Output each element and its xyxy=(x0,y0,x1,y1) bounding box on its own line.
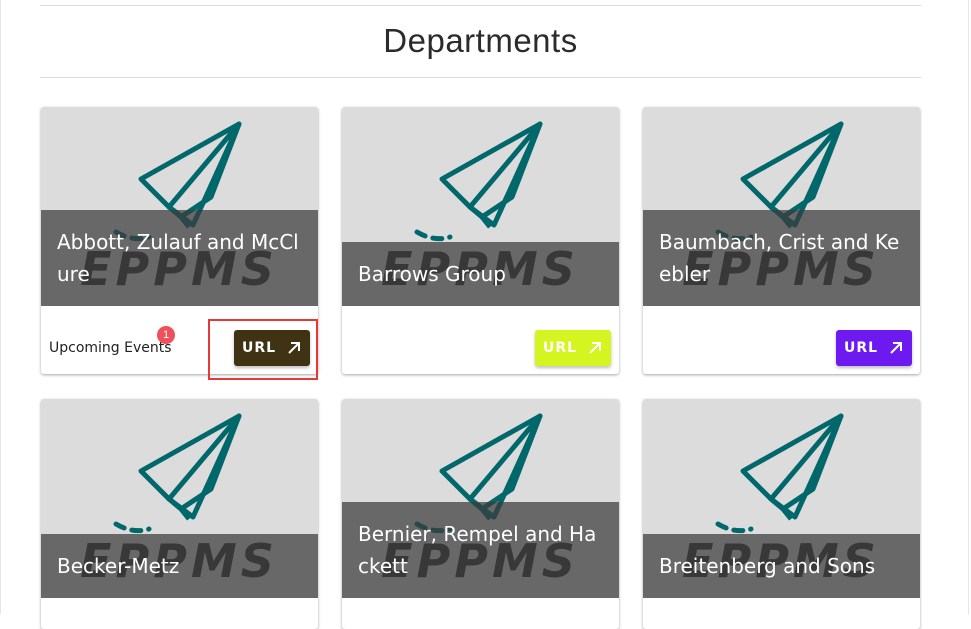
upcoming-events-badge: 1 xyxy=(157,326,175,344)
card-actions: URL xyxy=(643,306,920,374)
title-divider xyxy=(40,77,921,78)
department-name: Breitenberg and Sons xyxy=(659,554,876,578)
card-image[interactable]: EPPMS Becker-Metz xyxy=(41,399,318,598)
card-image[interactable]: EPPMS Barrows Group xyxy=(342,107,619,306)
department-card: EPPMS Barrows Group URL xyxy=(342,107,619,374)
top-divider xyxy=(40,5,921,6)
department-card: EPPMS Breitenberg and Sons xyxy=(643,399,920,629)
upcoming-events-label[interactable]: Upcoming Events xyxy=(49,340,172,356)
card-title-overlay: Barrows Group xyxy=(342,242,619,306)
card-title-overlay: Becker-Metz xyxy=(41,534,318,598)
department-card: EPPMS Bernier, Rempel and Hackett xyxy=(342,399,619,629)
url-button-label: URL xyxy=(843,340,879,356)
open-in-new-icon xyxy=(589,342,602,354)
card-image[interactable]: EPPMS Bernier, Rempel and Hackett xyxy=(342,399,619,598)
department-card: EPPMS Baumbach, Crist and Keebler URL xyxy=(643,107,920,374)
card-title-overlay: Bernier, Rempel and Hackett xyxy=(342,502,619,598)
url-button[interactable]: URL xyxy=(535,330,611,366)
card-image[interactable]: EPPMS Abbott, Zulauf and McClure xyxy=(41,107,318,306)
url-button-label: URL xyxy=(542,340,578,356)
card-title-overlay: Abbott, Zulauf and McClure xyxy=(41,210,318,306)
department-name: Becker-Metz xyxy=(57,554,180,578)
card-title-overlay: Baumbach, Crist and Keebler xyxy=(643,210,920,306)
card-title-overlay: Breitenberg and Sons xyxy=(643,534,920,598)
card-actions: URL xyxy=(342,306,619,374)
page-title: Departments xyxy=(383,22,578,59)
selection-highlight xyxy=(208,319,318,380)
department-name: Barrows Group xyxy=(358,262,506,286)
open-in-new-icon xyxy=(890,342,903,354)
card-image[interactable]: EPPMS Breitenberg and Sons xyxy=(643,399,920,598)
url-button[interactable]: URL xyxy=(836,330,912,366)
department-card: EPPMS Becker-Metz xyxy=(41,399,318,629)
department-name: Abbott, Zulauf and McClure xyxy=(57,230,299,286)
department-name: Bernier, Rempel and Hackett xyxy=(358,522,597,578)
department-name: Baumbach, Crist and Keebler xyxy=(659,230,900,286)
card-image[interactable]: EPPMS Baumbach, Crist and Keebler xyxy=(643,107,920,306)
